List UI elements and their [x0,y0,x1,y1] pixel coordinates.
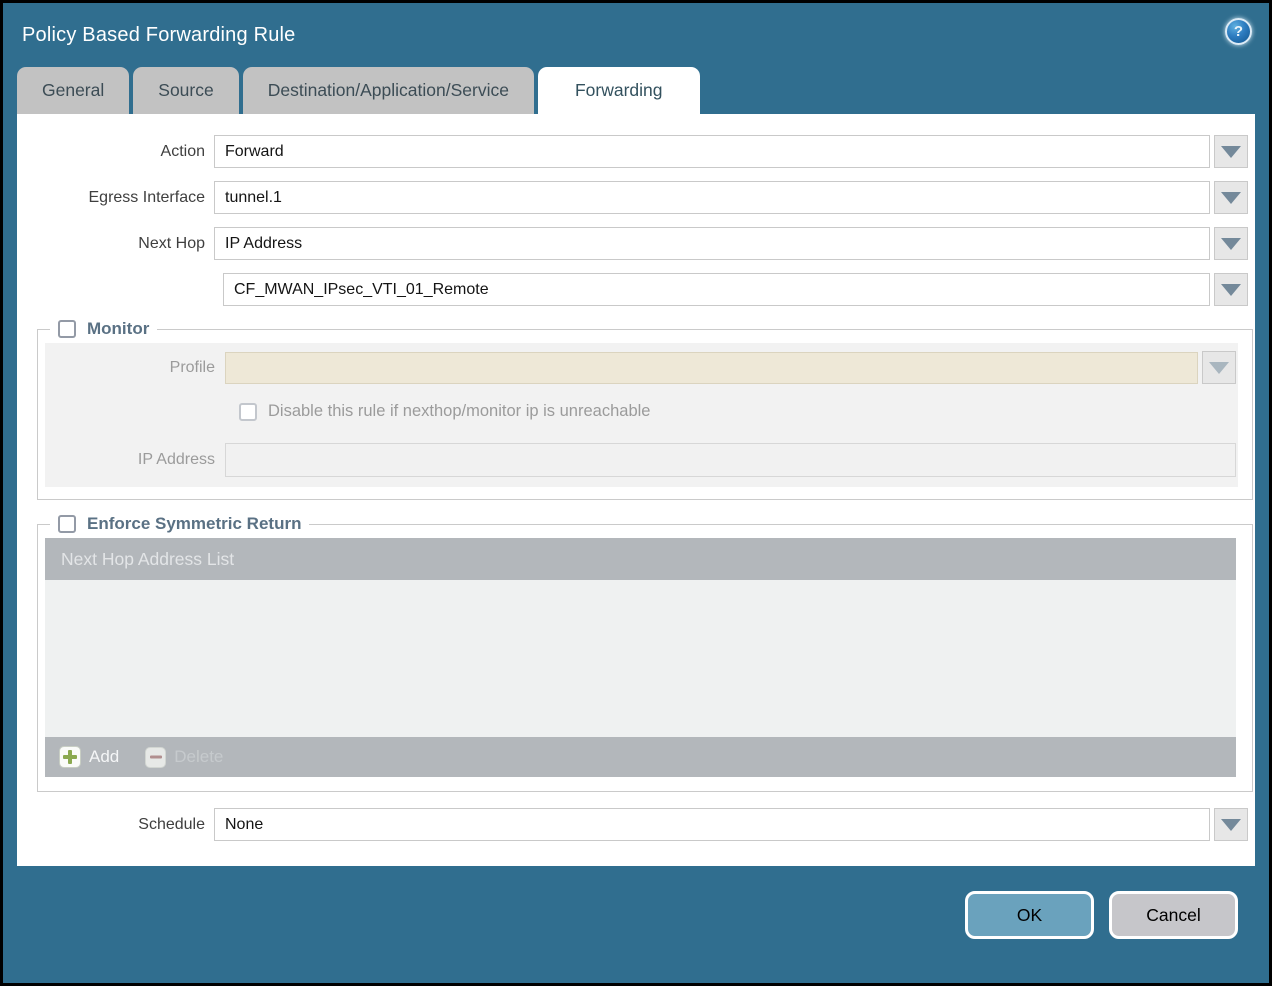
action-row: Action Forward [17,135,1255,168]
egress-interface-dropdown-button[interactable] [1214,181,1248,214]
delete-button: Delete [145,747,223,768]
chevron-down-icon [1221,238,1241,250]
monitor-legend: Monitor [50,319,157,339]
enforce-symmetric-return-fieldset: Enforce Symmetric Return Next Hop Addres… [37,514,1253,792]
tab-forwarding[interactable]: Forwarding [538,67,700,114]
chevron-down-icon [1221,284,1241,296]
policy-based-forwarding-dialog: Policy Based Forwarding Rule ? General S… [0,0,1272,986]
monitor-label: Monitor [87,319,149,339]
disable-rule-row: Disable this rule if nexthop/monitor ip … [239,402,1238,421]
next-hop-address-row: CF_MWAN_IPsec_VTI_01_Remote [17,273,1255,306]
enforce-symmetric-return-checkbox[interactable] [58,515,76,533]
monitor-ip-address-row: IP Address [45,443,1238,477]
forwarding-tab-panel: Action Forward Egress Interface tunnel.1… [17,114,1255,866]
ok-button[interactable]: OK [965,891,1094,939]
next-hop-address-list-table: Next Hop Address List Add Delete [45,538,1236,777]
chevron-down-icon [1221,146,1241,158]
tab-bar: General Source Destination/Application/S… [17,67,1269,114]
disable-rule-label: Disable this rule if nexthop/monitor ip … [268,402,650,421]
schedule-select[interactable]: None [214,808,1210,841]
action-dropdown-button[interactable] [1214,135,1248,168]
cancel-button[interactable]: Cancel [1109,891,1238,939]
next-hop-type-dropdown-button[interactable] [1214,227,1248,260]
profile-label: Profile [45,359,225,377]
next-hop-address-select[interactable]: CF_MWAN_IPsec_VTI_01_Remote [223,273,1210,306]
chevron-down-icon [1221,192,1241,204]
next-hop-label: Next Hop [17,235,214,253]
egress-interface-select[interactable]: tunnel.1 [214,181,1210,214]
enforce-symmetric-return-legend: Enforce Symmetric Return [50,514,309,534]
dialog-footer: OK Cancel [3,891,1238,939]
monitor-checkbox[interactable] [58,320,76,338]
monitor-ip-address-label: IP Address [45,451,225,469]
action-label: Action [17,143,214,161]
next-hop-address-list-body[interactable] [45,580,1236,737]
plus-icon [59,746,81,768]
dialog-title: Policy Based Forwarding Rule [22,24,296,47]
tab-source[interactable]: Source [133,67,238,114]
chevron-down-icon [1221,819,1241,831]
egress-interface-row: Egress Interface tunnel.1 [17,181,1255,214]
profile-select [225,352,1198,384]
add-button-label: Add [89,747,119,767]
monitor-fieldset: Monitor Profile Disable this rule if nex… [37,319,1253,500]
next-hop-address-list-toolbar: Add Delete [45,737,1236,777]
disable-rule-checkbox [239,403,257,421]
next-hop-type-select[interactable]: IP Address [214,227,1210,260]
schedule-label: Schedule [17,816,214,834]
action-select[interactable]: Forward [214,135,1210,168]
add-button[interactable]: Add [59,746,119,768]
next-hop-address-list-header: Next Hop Address List [45,538,1236,580]
dialog-titlebar: Policy Based Forwarding Rule [3,3,1269,67]
tab-general[interactable]: General [17,67,129,114]
delete-button-label: Delete [174,747,223,767]
enforce-symmetric-return-label: Enforce Symmetric Return [87,514,301,534]
schedule-dropdown-button[interactable] [1214,808,1248,841]
next-hop-address-dropdown-button[interactable] [1214,273,1248,306]
next-hop-row: Next Hop IP Address [17,227,1255,260]
profile-row: Profile [45,351,1238,384]
egress-interface-label: Egress Interface [17,189,214,207]
help-icon[interactable]: ? [1225,18,1252,45]
schedule-row: Schedule None [17,808,1255,841]
monitor-ip-address-input [225,443,1236,477]
profile-dropdown-button [1202,351,1236,384]
monitor-panel: Profile Disable this rule if nexthop/mon… [45,343,1238,487]
minus-icon [145,747,166,768]
chevron-down-icon [1209,362,1229,374]
tab-destination-application-service[interactable]: Destination/Application/Service [243,67,534,114]
